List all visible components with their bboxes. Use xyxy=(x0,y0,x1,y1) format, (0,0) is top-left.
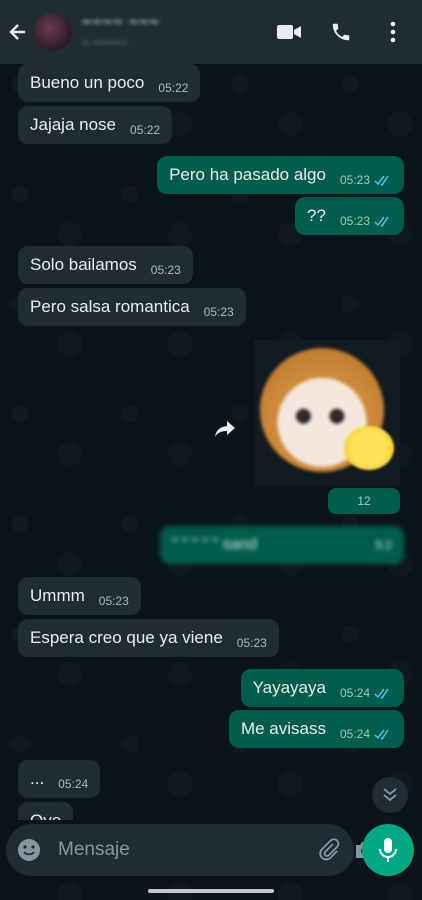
message-text: " " " " " sand xyxy=(172,536,258,553)
message-composer xyxy=(6,824,374,876)
forward-icon[interactable] xyxy=(210,414,240,444)
avatar[interactable] xyxy=(34,13,72,51)
message-text: Me avisass xyxy=(240,719,326,738)
message-text: Ummm xyxy=(30,586,85,605)
message-text: Jajaja nose xyxy=(30,115,117,134)
message-text: Espera creo que ya viene xyxy=(30,628,223,647)
more-options-icon[interactable] xyxy=(380,19,406,45)
back-arrow-icon[interactable] xyxy=(8,12,28,52)
message-text: Solo bailamos xyxy=(30,255,137,274)
mic-button[interactable] xyxy=(362,824,414,876)
message-incoming[interactable]: Ummm 05:23 xyxy=(18,577,141,615)
message-time: 05:23 xyxy=(339,173,370,187)
message-text: Pero ha pasado algo xyxy=(169,165,326,184)
message-incoming[interactable]: Solo bailamos 05:23 xyxy=(18,246,193,284)
message-list[interactable]: Bueno un poco 05:22 Jajaja nose 05:22 Pe… xyxy=(0,64,422,820)
message-incoming[interactable]: Pero salsa romantica 05:23 xyxy=(18,288,246,326)
message-time: 05:23 xyxy=(236,636,267,650)
message-incoming[interactable]: Jajaja nose 05:22 xyxy=(18,106,173,144)
duck-sticker xyxy=(344,426,394,470)
message-time: 05:24 xyxy=(339,686,370,700)
message-time: 05:22 xyxy=(158,81,189,95)
read-receipt-icon xyxy=(374,175,392,186)
message-text: Oye xyxy=(30,811,61,820)
read-receipt-icon xyxy=(374,729,392,740)
scroll-to-bottom-button[interactable] xyxy=(372,777,408,813)
read-receipt-icon xyxy=(374,216,392,227)
message-time: 05:23 xyxy=(339,214,370,228)
message-time: 5:2 xyxy=(375,538,392,552)
message-time: 05:22 xyxy=(130,123,161,137)
contact-status: ~ ~~~~~ xyxy=(82,36,128,50)
read-receipt-icon xyxy=(374,688,392,699)
message-text: Yayayaya xyxy=(252,678,326,697)
message-incoming[interactable]: Bueno un poco 05:22 xyxy=(18,64,201,102)
message-outgoing[interactable]: Yayayaya 05:24 xyxy=(240,669,404,707)
system-nav-handle[interactable] xyxy=(148,889,274,893)
message-outgoing[interactable]: Pero ha pasado algo 05:23 xyxy=(157,156,404,194)
contact-name: ~~~~ ~~~ xyxy=(82,14,160,31)
message-incoming[interactable]: Oye xyxy=(18,802,74,820)
sticker-timestamp: 12 xyxy=(328,488,400,514)
message-text: Pero salsa romantica xyxy=(30,297,190,316)
message-outgoing[interactable]: Me avisass 05:24 xyxy=(228,710,404,748)
voice-call-icon[interactable] xyxy=(328,19,354,45)
message-incoming[interactable]: Espera creo que ya viene 05:23 xyxy=(18,619,279,657)
message-text: Bueno un poco xyxy=(30,73,145,92)
attach-icon[interactable] xyxy=(317,835,341,865)
message-outgoing[interactable]: ?? 05:23 xyxy=(295,197,404,235)
message-text: ?? xyxy=(307,206,326,225)
mic-icon xyxy=(379,838,397,862)
chat-header: ~~~~ ~~~ ~ ~~~~~ xyxy=(0,0,422,64)
video-call-icon[interactable] xyxy=(276,19,302,45)
emoji-icon[interactable] xyxy=(16,835,42,865)
message-time: 05:24 xyxy=(339,727,370,741)
message-time: 05:23 xyxy=(98,594,129,608)
message-input[interactable] xyxy=(56,838,305,862)
message-time: 05:23 xyxy=(150,263,181,277)
contact-info[interactable]: ~~~~ ~~~ ~ ~~~~~ xyxy=(82,14,276,50)
double-chevron-down-icon xyxy=(383,788,397,802)
message-time: 05:24 xyxy=(58,777,89,791)
message-time: 05:23 xyxy=(203,305,234,319)
message-incoming[interactable]: ... 05:24 xyxy=(18,760,101,798)
message-outgoing-redacted[interactable]: " " " " " sand 5:2 xyxy=(160,526,404,564)
sticker-image[interactable] xyxy=(254,340,400,486)
sticker-time: 12 xyxy=(357,494,371,508)
message-text: ... xyxy=(30,769,45,788)
